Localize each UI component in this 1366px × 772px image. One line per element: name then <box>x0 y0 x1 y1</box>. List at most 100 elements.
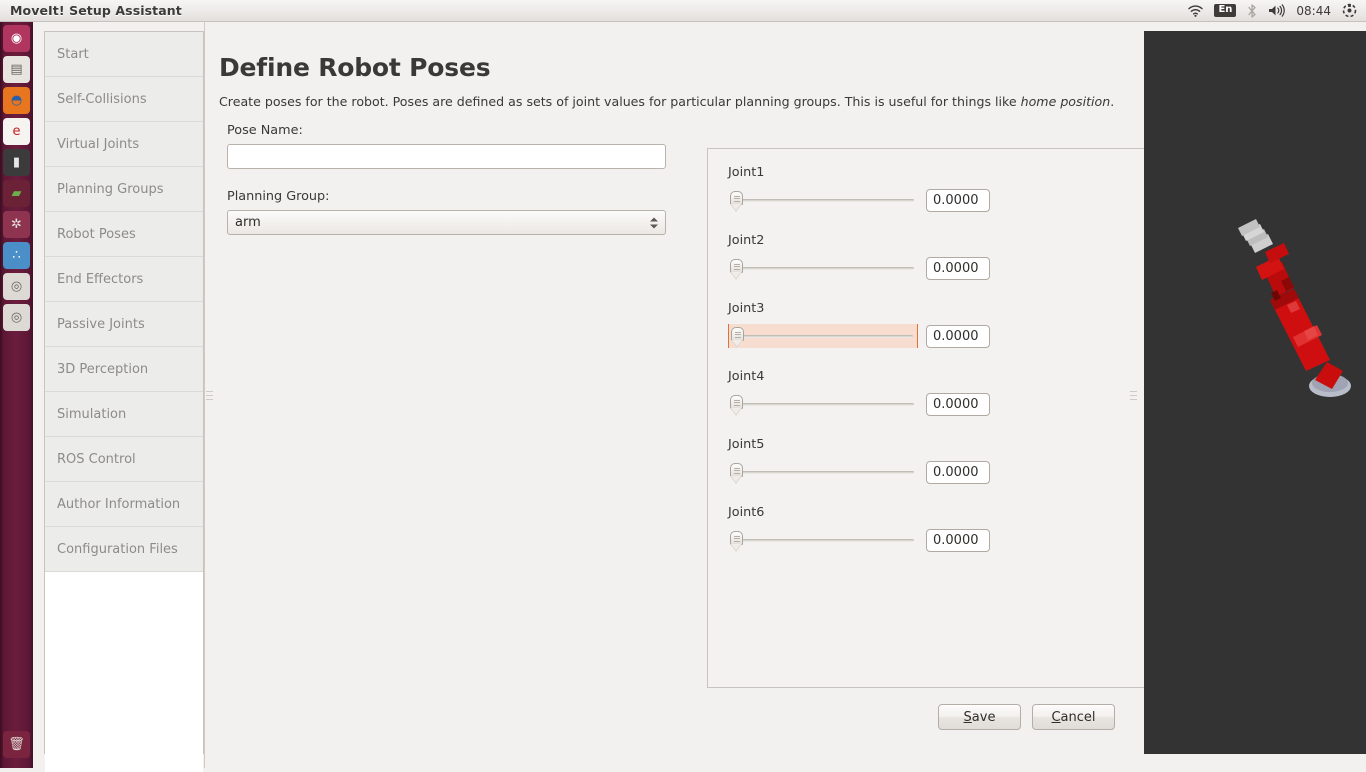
joint-slider-5[interactable] <box>728 460 918 484</box>
joint-slider-3[interactable] <box>728 324 918 348</box>
sidebar-item-robot-poses[interactable]: Robot Poses <box>45 212 203 257</box>
joint-value-text: 0.0000 <box>933 396 979 412</box>
slider-handle[interactable] <box>730 531 743 552</box>
joint-control-6: 0.0000 <box>728 528 1128 552</box>
joint-label-1: Joint1 <box>728 165 765 180</box>
sidebar-item-label: Planning Groups <box>57 181 164 197</box>
splitter-grip-icon-right <box>1129 390 1137 400</box>
slider-track <box>733 267 914 270</box>
joint-value-input-5[interactable]: 0.0000 <box>926 460 990 484</box>
sidebar-item-label: Self-Collisions <box>57 91 147 107</box>
joint-value-input-3[interactable]: 0.0000 <box>926 324 990 348</box>
slider-track <box>733 471 914 474</box>
slider-track <box>733 539 914 542</box>
joint-slider-6[interactable] <box>728 528 918 552</box>
joint-value-input-2[interactable]: 0.0000 <box>926 256 990 280</box>
slider-handle[interactable] <box>731 327 744 348</box>
joint-slider-4[interactable] <box>728 392 918 416</box>
joint-row-2: Joint2 0.0000 <box>728 233 1128 280</box>
clock[interactable]: 08:44 <box>1296 4 1331 18</box>
sidebar-item-label: End Effectors <box>57 271 144 287</box>
robot-arm-render <box>1238 219 1351 397</box>
joint-control-4: 0.0000 <box>728 392 1128 416</box>
launcher-trash-wrap: 🗑 <box>3 731 30 762</box>
sidebar-item-label: Robot Poses <box>57 226 136 242</box>
page-description-part1: Create poses for the robot. Poses are de… <box>219 94 1021 109</box>
joint-label-6: Joint6 <box>728 505 765 520</box>
left-splitter-handle[interactable] <box>204 22 214 768</box>
sidebar-item-self-collisions[interactable]: Self-Collisions <box>45 77 203 122</box>
pose-name-label: Pose Name: <box>227 123 303 138</box>
right-splitter-handle[interactable] <box>1128 22 1138 768</box>
sidebar-item-virtual-joints[interactable]: Virtual Joints <box>45 122 203 167</box>
files-icon[interactable]: ▤ <box>3 56 30 83</box>
joint-value-input-1[interactable]: 0.0000 <box>926 188 990 212</box>
wifi-icon[interactable] <box>1188 4 1204 17</box>
page-title: Define Robot Poses <box>219 53 491 82</box>
firefox-icon[interactable]: ◓ <box>3 87 30 114</box>
joint-value-input-4[interactable]: 0.0000 <box>926 392 990 416</box>
trash-icon[interactable]: 🗑 <box>3 731 30 758</box>
language-indicator[interactable]: En <box>1214 4 1237 17</box>
software-center-icon[interactable]: ▰ <box>3 180 30 207</box>
planning-group-label: Planning Group: <box>227 189 330 204</box>
bluetooth-icon[interactable] <box>1247 3 1257 18</box>
slider-handle[interactable] <box>730 463 743 484</box>
sidebar-item-label: Virtual Joints <box>57 136 140 152</box>
pose-name-input[interactable] <box>227 144 666 169</box>
sidebar-item-author-information[interactable]: Author Information <box>45 482 203 527</box>
sidebar-item-start[interactable]: Start <box>45 32 203 77</box>
joint-row-6: Joint6 0.0000 <box>728 505 1128 552</box>
joint-label-5: Joint5 <box>728 437 765 452</box>
system-gear-icon[interactable] <box>1342 3 1357 18</box>
system-settings-icon[interactable]: ✲ <box>3 211 30 238</box>
sidebar-item-ros-control[interactable]: ROS Control <box>45 437 203 482</box>
page-description-emphasis: home position <box>1020 94 1111 109</box>
joint-value-text: 0.0000 <box>933 532 979 548</box>
sidebar-empty-area <box>45 572 203 772</box>
joint-row-5: Joint5 0.0000 <box>728 437 1128 484</box>
robot-3d-viewport[interactable] <box>1144 31 1366 754</box>
system-tray: En 08:44 <box>1188 3 1366 18</box>
slider-handle[interactable] <box>730 395 743 416</box>
save-button[interactable]: Save <box>938 704 1021 730</box>
cancel-button[interactable]: Cancel <box>1032 704 1115 730</box>
evince-icon[interactable]: e <box>3 118 30 145</box>
unity-launcher: ◉ ▤ ◓ e ▮ ▰ ✲ ∴ ◎ ◎ 🗑 <box>0 22 33 768</box>
page-description-part2: . <box>1110 94 1115 109</box>
slider-handle[interactable] <box>730 191 743 212</box>
spinner-arrows-icon[interactable] <box>650 217 658 228</box>
joint-row-3: Joint3 0.0000 <box>728 301 1128 348</box>
joint-control-5: 0.0000 <box>728 460 1128 484</box>
sidebar-item-end-effectors[interactable]: End Effectors <box>45 257 203 302</box>
joint-slider-2[interactable] <box>728 256 918 280</box>
joint-value-text: 0.0000 <box>933 464 979 480</box>
sidebar-item-simulation[interactable]: Simulation <box>45 392 203 437</box>
cancel-button-label: Cancel <box>1051 709 1096 725</box>
joint-slider-1[interactable] <box>728 188 918 212</box>
window-titlebar: MoveIt! Setup Assistant En 08:44 <box>0 0 1366 22</box>
joint-value-input-6[interactable]: 0.0000 <box>926 528 990 552</box>
joint-control-1: 0.0000 <box>728 188 1128 212</box>
navigation-sidebar: Start Self-Collisions Virtual Joints Planni… <box>44 31 204 772</box>
moveit-setup-assistant-icon[interactable]: ∴ <box>3 242 30 269</box>
sidebar-item-label: Start <box>57 46 89 62</box>
slider-track <box>733 199 914 202</box>
sidebar-item-planning-groups[interactable]: Planning Groups <box>45 167 203 212</box>
volume-icon[interactable] <box>1268 4 1286 17</box>
sidebar-item-passive-joints[interactable]: Passive Joints <box>45 302 203 347</box>
disk-volume-icon-2[interactable]: ◎ <box>3 304 30 331</box>
sidebar-item-label: Simulation <box>57 406 127 422</box>
action-buttons: Save Cancel <box>938 704 1115 730</box>
sidebar-item-configuration-files[interactable]: Configuration Files <box>45 527 203 572</box>
sidebar-item-label: Configuration Files <box>57 541 178 557</box>
save-button-label: Save <box>963 709 996 725</box>
slider-track <box>734 335 913 338</box>
sidebar-item-3d-perception[interactable]: 3D Perception <box>45 347 203 392</box>
slider-handle[interactable] <box>730 259 743 280</box>
disk-volume-icon[interactable]: ◎ <box>3 273 30 300</box>
ubuntu-dash-icon[interactable]: ◉ <box>3 25 30 52</box>
terminal-icon[interactable]: ▮ <box>3 149 30 176</box>
planning-group-select[interactable]: arm <box>227 210 666 235</box>
joint-label-2: Joint2 <box>728 233 765 248</box>
